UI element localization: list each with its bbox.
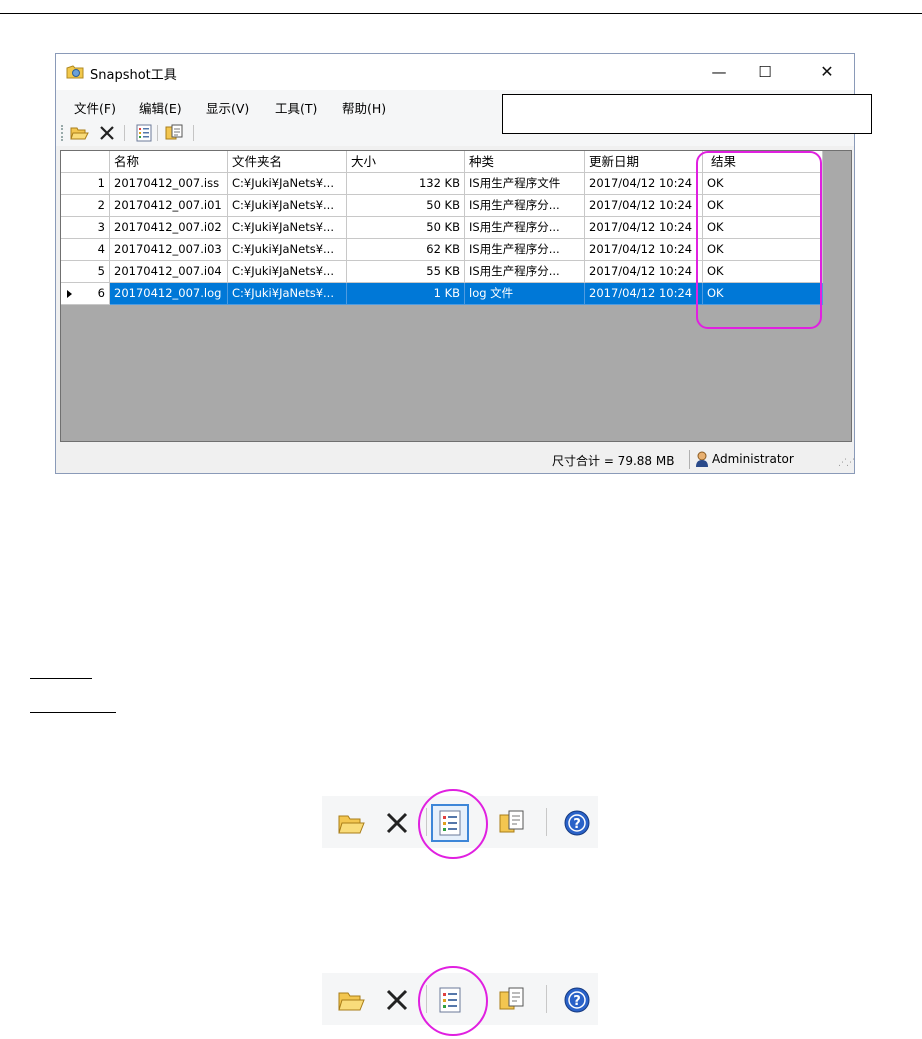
cell-name[interactable]: 20170412_007.i04 — [110, 261, 228, 283]
cell-name[interactable]: 20170412_007.i02 — [110, 217, 228, 239]
page-top-rule — [0, 13, 922, 14]
open-folder-icon[interactable] — [336, 985, 366, 1015]
help-icon[interactable]: ? — [562, 808, 592, 838]
copy-icon[interactable] — [497, 808, 527, 838]
cell-folder[interactable]: C:¥Juki¥JaNets¥... — [228, 239, 347, 261]
header-name[interactable]: 名称 — [110, 151, 228, 173]
cell-size[interactable]: 132 KB — [347, 173, 465, 195]
list-icon[interactable] — [134, 123, 154, 143]
result-column-highlight — [696, 151, 822, 329]
row-index: 2 — [61, 195, 110, 217]
cell-folder[interactable]: C:¥Juki¥JaNets¥... — [228, 173, 347, 195]
row-index: 4 — [61, 239, 110, 261]
status-bar: 尺寸合计 = 79.88 MB Administrator ⋰⋰ — [56, 446, 855, 473]
cell-type[interactable]: IS用生产程序分... — [465, 261, 585, 283]
cell-size[interactable]: 62 KB — [347, 239, 465, 261]
toolbar-separator — [124, 125, 125, 141]
menu-edit[interactable]: 编辑(E) — [139, 98, 182, 117]
delete-icon[interactable] — [382, 985, 412, 1015]
title-bar: Snapshot工具 — ☐ ✕ — [56, 54, 854, 90]
copy-icon[interactable] — [164, 123, 184, 143]
cell-name[interactable]: 20170412_007.iss — [110, 173, 228, 195]
cell-name[interactable]: 20170412_007.log — [110, 283, 228, 305]
header-date[interactable]: 更新日期 — [585, 151, 703, 173]
window-title: Snapshot工具 — [90, 68, 177, 83]
status-size-total: 尺寸合计 = 79.88 MB — [552, 454, 675, 468]
header-folder[interactable]: 文件夹名 — [228, 151, 347, 173]
menu-file[interactable]: 文件(F) — [74, 98, 116, 117]
row-index-value: 6 — [97, 286, 105, 300]
snapshot-window: Snapshot工具 — ☐ ✕ 文件(F) 编辑(E) 显示(V) 工具(T)… — [55, 53, 872, 474]
row-index: 1 — [61, 173, 110, 195]
copy-icon[interactable] — [497, 985, 527, 1015]
user-icon — [696, 451, 708, 467]
close-button[interactable]: ✕ — [804, 60, 850, 84]
cell-name[interactable]: 20170412_007.i01 — [110, 195, 228, 217]
svg-text:?: ? — [573, 817, 581, 832]
row-index: 5 — [61, 261, 110, 283]
toolbar-separator — [193, 125, 194, 141]
cell-type[interactable]: IS用生产程序文件 — [465, 173, 585, 195]
toolbar-grip[interactable] — [61, 125, 63, 141]
cell-size[interactable]: 55 KB — [347, 261, 465, 283]
status-user: Administrator — [712, 452, 794, 466]
row-index: 6 — [61, 283, 110, 305]
cell-date[interactable]: 2017/04/12 10:24 — [585, 217, 703, 239]
help-icon[interactable]: ? — [562, 985, 592, 1015]
cell-size[interactable]: 1 KB — [347, 283, 465, 305]
cell-name[interactable]: 20170412_007.i03 — [110, 239, 228, 261]
underline-2 — [30, 712, 116, 713]
toolbar-separator — [157, 125, 158, 141]
app-icon — [66, 65, 84, 79]
list-button-highlight — [418, 789, 488, 859]
menu-view[interactable]: 显示(V) — [206, 98, 249, 117]
underline-1 — [30, 678, 92, 679]
header-type[interactable]: 种类 — [465, 151, 585, 173]
cell-date[interactable]: 2017/04/12 10:24 — [585, 283, 703, 305]
minimize-button[interactable]: — — [696, 60, 742, 84]
maximize-button[interactable]: ☐ — [742, 60, 788, 84]
toolbar-separator — [546, 985, 547, 1013]
cell-type[interactable]: IS用生产程序分... — [465, 217, 585, 239]
cell-folder[interactable]: C:¥Juki¥JaNets¥... — [228, 283, 347, 305]
cell-date[interactable]: 2017/04/12 10:24 — [585, 195, 703, 217]
row-pointer-icon — [67, 290, 72, 298]
cell-folder[interactable]: C:¥Juki¥JaNets¥... — [228, 217, 347, 239]
cell-size[interactable]: 50 KB — [347, 195, 465, 217]
cell-type[interactable]: IS用生产程序分... — [465, 239, 585, 261]
cell-type[interactable]: IS用生产程序分... — [465, 195, 585, 217]
delete-icon[interactable] — [97, 123, 117, 143]
header-index — [61, 151, 110, 173]
toolbar-separator — [546, 808, 547, 836]
open-folder-icon[interactable] — [336, 808, 366, 838]
cell-folder[interactable]: C:¥Juki¥JaNets¥... — [228, 195, 347, 217]
delete-icon[interactable] — [382, 808, 412, 838]
row-index: 3 — [61, 217, 110, 239]
list-button-highlight — [418, 966, 488, 1036]
cell-type[interactable]: log 文件 — [465, 283, 585, 305]
header-size[interactable]: 大小 — [347, 151, 465, 173]
menu-tools[interactable]: 工具(T) — [275, 98, 317, 117]
cell-date[interactable]: 2017/04/12 10:24 — [585, 173, 703, 195]
resize-grip[interactable]: ⋰⋰ — [838, 458, 855, 470]
status-separator — [689, 450, 690, 469]
cell-folder[interactable]: C:¥Juki¥JaNets¥... — [228, 261, 347, 283]
open-folder-icon[interactable] — [69, 123, 89, 143]
cell-date[interactable]: 2017/04/12 10:24 — [585, 239, 703, 261]
annotation-box — [502, 94, 872, 134]
cell-date[interactable]: 2017/04/12 10:24 — [585, 261, 703, 283]
menu-help[interactable]: 帮助(H) — [342, 98, 386, 117]
svg-text:?: ? — [573, 994, 581, 1009]
cell-size[interactable]: 50 KB — [347, 217, 465, 239]
